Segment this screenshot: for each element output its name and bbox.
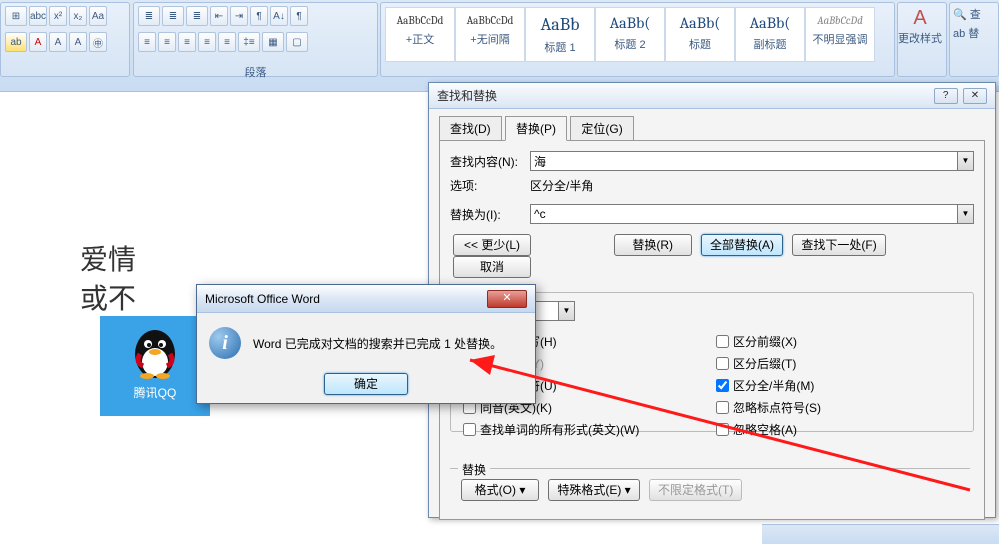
find-label: 查找内容(N): (450, 153, 530, 170)
ribbon-group-editing: 🔍 查 ab 替 (949, 2, 999, 77)
style-h1[interactable]: AaBb标题 1 (525, 7, 595, 62)
noformat-button: 不限定格式(T) (649, 479, 742, 501)
replace-dropdown-icon[interactable]: ▼ (958, 204, 974, 224)
enclose-icon[interactable]: ㊥ (89, 32, 107, 52)
char-shading-icon[interactable]: A (49, 32, 67, 52)
cancel-button[interactable]: 取消 (453, 256, 531, 278)
dialog-help-button[interactable]: ? (934, 88, 958, 104)
find-dropdown-icon[interactable]: ▼ (958, 151, 974, 171)
chk-all-forms[interactable]: 查找单词的所有形式(英文)(W) (459, 420, 712, 439)
format-button[interactable]: 格式(O) ▾ (461, 479, 539, 501)
find-next-button[interactable]: 查找下一处(F) (792, 234, 885, 256)
options-label: 选项: (450, 177, 530, 194)
chk-punct[interactable]: 忽略标点符号(S) (712, 398, 965, 417)
penguin-icon (125, 322, 185, 382)
font-color-icon[interactable]: A (29, 32, 47, 52)
borders-icon[interactable]: ▢ (286, 32, 308, 52)
ribbon-group-styles: AaBbCcDd+正文AaBbCcDd+无间隔AaBb标题 1AaBb(标题 2… (380, 2, 895, 77)
multilevel-icon[interactable]: ≣ (186, 6, 208, 26)
align-left-icon[interactable]: ≡ (138, 32, 156, 52)
align-center-icon[interactable]: ≡ (158, 32, 176, 52)
ok-button[interactable]: 确定 (324, 373, 408, 395)
sort-icon[interactable]: A↓ (270, 6, 288, 26)
strike-icon[interactable]: abc (29, 6, 47, 26)
border-icon[interactable]: ⊞ (5, 6, 27, 26)
indent-dec-icon[interactable]: ⇤ (210, 6, 228, 26)
tab-find[interactable]: 查找(D) (439, 116, 502, 140)
change-style-button[interactable]: A 更改样式 (898, 3, 942, 58)
document-text: 爱情 或不 (80, 240, 136, 318)
msgbox-titlebar[interactable]: Microsoft Office Word ✕ (197, 285, 535, 313)
special-button[interactable]: 特殊格式(E) ▾ (548, 479, 639, 501)
tab-replace[interactable]: 替换(P) (505, 116, 567, 141)
paragraph-label: 段落 (134, 64, 377, 76)
replace-input[interactable] (530, 204, 958, 224)
msgbox-text: Word 已完成对文档的搜索并已完成 1 处替换。 (253, 335, 502, 352)
dialog-close-button[interactable]: ✕ (963, 88, 987, 104)
style-subtitle[interactable]: AaBb(副标题 (735, 7, 805, 62)
chk-space[interactable]: 忽略空格(A) (712, 420, 965, 439)
sub-icon[interactable]: x₂ (69, 6, 87, 26)
tab-goto[interactable]: 定位(G) (570, 116, 633, 140)
case-icon[interactable]: Aa (89, 6, 107, 26)
ribbon-group-font-ext: ⊞ abc x² x₂ Aa ab A A A ㊥ (0, 2, 130, 77)
bullets-icon[interactable]: ≣ (138, 6, 160, 26)
info-icon: i (209, 327, 241, 359)
style-h2[interactable]: AaBb(标题 2 (595, 7, 665, 62)
replace-label: 替换为(I): (450, 206, 530, 223)
shading-icon[interactable]: ▦ (262, 32, 284, 52)
qq-desktop-icon[interactable]: 腾讯QQ (100, 316, 210, 416)
ltr-icon[interactable]: ¶ (250, 6, 268, 26)
replace-one-button[interactable]: 替换(R) (614, 234, 692, 256)
style-nospacing[interactable]: AaBbCcDd+无间隔 (455, 7, 525, 62)
ribbon: ⊞ abc x² x₂ Aa ab A A A ㊥ ≣ ≣ ≣ ⇤ ⇥ ¶ A↓… (0, 0, 999, 92)
distribute-icon[interactable]: ≡ (218, 32, 236, 52)
showmarks-icon[interactable]: ¶ (290, 6, 308, 26)
indent-inc-icon[interactable]: ⇥ (230, 6, 248, 26)
message-box: Microsoft Office Word ✕ i Word 已完成对文档的搜索… (196, 284, 536, 404)
dialog-titlebar[interactable]: 查找和替换 ? ✕ (429, 83, 995, 109)
options-value: 区分全/半角 (530, 177, 593, 194)
align-right-icon[interactable]: ≡ (178, 32, 196, 52)
less-button[interactable]: << 更少(L) (453, 234, 531, 256)
replace-all-button[interactable]: 全部替换(A) (701, 234, 783, 256)
super-icon[interactable]: x² (49, 6, 67, 26)
style-title[interactable]: AaBb(标题 (665, 7, 735, 62)
ribbon-group-change-style: A 更改样式 (897, 2, 947, 77)
line-spacing-icon[interactable]: ‡≡ (238, 32, 260, 52)
replace-button[interactable]: ab 替 (953, 25, 995, 41)
dialog-tabs: 查找(D) 替换(P) 定位(G) (429, 109, 995, 140)
ribbon-group-paragraph: ≣ ≣ ≣ ⇤ ⇥ ¶ A↓ ¶ ≡ ≡ ≡ ≡ ≡ ‡≡ ▦ ▢ 段落 (133, 2, 378, 77)
dialog-title-text: 查找和替换 (437, 87, 497, 104)
bottom-ruler-strip (762, 524, 999, 544)
qq-label: 腾讯QQ (100, 384, 210, 401)
find-input[interactable] (530, 151, 958, 171)
numbering-icon[interactable]: ≣ (162, 6, 184, 26)
style-normal[interactable]: AaBbCcDd+正文 (385, 7, 455, 62)
search-dir-arrow-icon[interactable]: ▼ (559, 301, 575, 321)
msgbox-close-button[interactable]: ✕ (487, 290, 527, 308)
chk-width[interactable]: 区分全/半角(M) (712, 376, 965, 395)
find-button[interactable]: 🔍 查 (953, 6, 995, 22)
chk-prefix[interactable]: 区分前缀(X) (712, 332, 965, 351)
style-subtle[interactable]: AaBbCcDd不明显强调 (805, 7, 875, 62)
highlight-icon[interactable]: ab (5, 32, 27, 52)
chk-suffix[interactable]: 区分后缀(T) (712, 354, 965, 373)
replace-section-legend: 替换 (458, 461, 490, 478)
justify-icon[interactable]: ≡ (198, 32, 216, 52)
char-border-icon[interactable]: A (69, 32, 87, 52)
msgbox-title-text: Microsoft Office Word (205, 292, 320, 306)
